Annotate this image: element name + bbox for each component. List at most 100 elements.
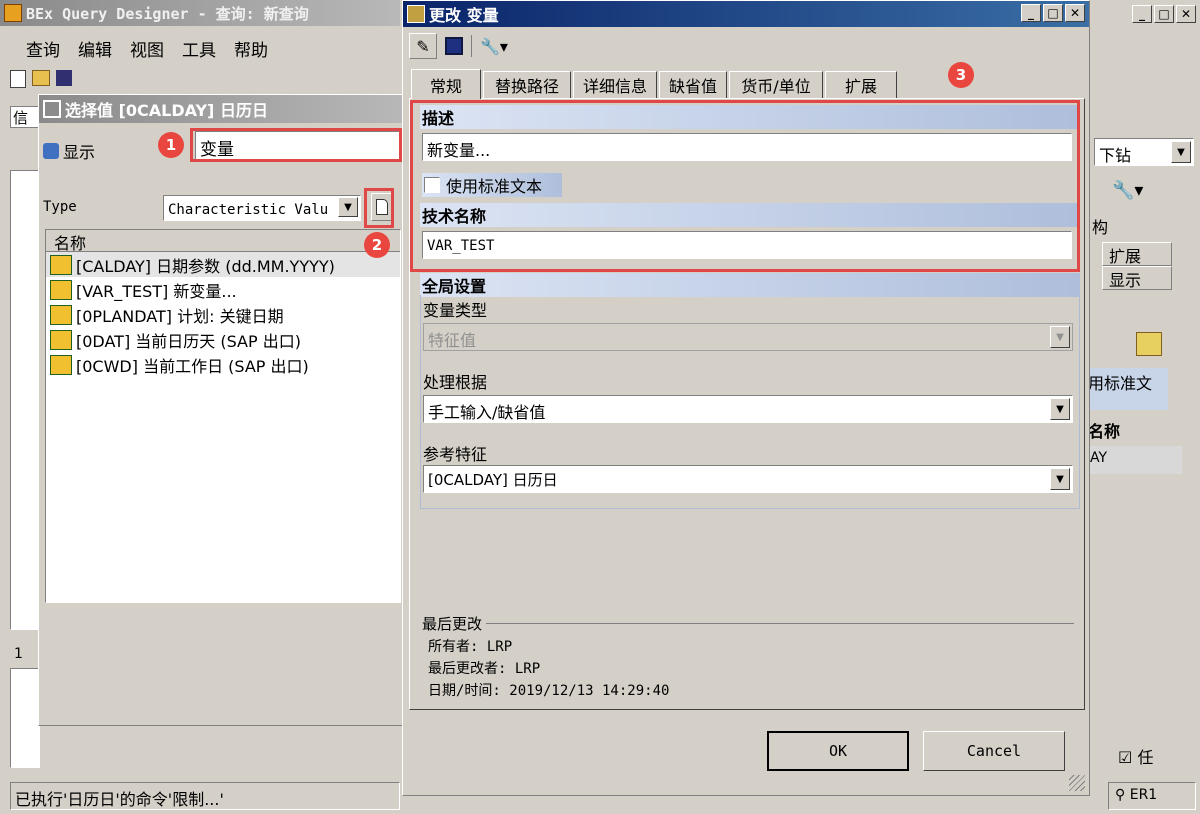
maximize-icon[interactable]: □ [1043,4,1063,22]
minimize-icon[interactable]: _ [1132,5,1152,23]
status-right: ER1 [1129,787,1158,803]
left-tab[interactable]: 信 [10,106,40,128]
menu-help[interactable]: 帮助 [234,36,268,61]
ok-button[interactable]: OK [767,731,909,771]
status-text: 已执行'日历日'的命令'限制...' [15,790,224,809]
annotation-badge: 1 [158,132,184,158]
list-item[interactable]: [0DAT] 当前日历天 (SAP 出口) [46,327,400,352]
right-tab-struct[interactable]: 构 [1092,214,1108,238]
right-window: _ □ ✕ 下钻 ▼ 🔧▾ 构 扩展 显示 用标准文 名称 AY ☑ 任 ⚲ E… [1088,0,1200,814]
right-tab-display[interactable]: 显示 [1102,266,1172,290]
maximize-icon[interactable]: □ [1154,5,1174,23]
tab-extension[interactable]: 扩展 [825,71,897,99]
bottom-panel [10,668,40,768]
last-changed-by-text: 最后更改者: LRP [428,661,541,677]
chevron-down-icon[interactable]: ▼ [1050,398,1070,420]
close-icon[interactable]: ✕ [1176,5,1196,23]
tab-general[interactable]: 常规 [411,69,481,99]
chevron-down-icon[interactable]: ▼ [1171,141,1191,163]
menu-bar: 查询 编辑 视图 工具 帮助 [26,36,286,61]
drilldown-combo[interactable]: 下钻 ▼ [1094,138,1194,166]
cancel-button[interactable]: Cancel [923,731,1065,771]
connection-icon: ⚲ [1115,787,1126,803]
ref-char-label: 参考特征 [423,445,488,464]
status-bar: 已执行'日历日'的命令'限制...' [10,782,400,810]
tab-default-values[interactable]: 缺省值 [659,71,727,99]
menu-edit[interactable]: 编辑 [78,36,112,61]
list-item-label: [VAR_TEST] 新变量... [76,281,237,301]
save-icon[interactable] [56,70,72,86]
processing-label: 处理根据 [423,373,488,392]
save-icon[interactable] [445,37,463,55]
variable-icon [50,329,72,350]
variable-icon [50,354,72,375]
highlight-display-input [190,128,402,162]
menu-query[interactable]: 查询 [26,36,60,61]
list-item[interactable]: [0CWD] 当前工作日 (SAP 出口) [46,352,400,377]
last-changed-divider [486,623,1074,624]
right-partial-tech: 名称 [1088,422,1121,441]
last-changed-group: 最后更改 所有者: LRP 最后更改者: LRP 日期/时间: 2019/12/… [422,613,1074,700]
list-item-label: [0DAT] 当前日历天 (SAP 出口) [76,331,301,351]
dialog-icon [407,5,425,23]
type-combo-value: Characteristic Valu [168,202,329,218]
tab-currency-unit[interactable]: 货币/单位 [729,71,823,99]
list-item-label: [0PLANDAT] 计划: 关键日期 [76,306,284,326]
display-label: 显示 [63,143,96,162]
task-icon: ☑ [1118,748,1133,767]
list-header[interactable]: 名称 [46,230,400,253]
minimize-icon[interactable]: _ [1021,4,1041,22]
right-tab-extend[interactable]: 扩展 [1102,242,1172,266]
chevron-down-icon[interactable]: ▼ [1050,468,1070,490]
resize-grip-icon[interactable] [1069,775,1085,791]
right-bottom-tab[interactable]: ☑ 任 [1118,744,1153,768]
main-title: BEx Query Designer - 查询: 新查询 [26,4,309,23]
cube-icon [43,143,59,159]
open-icon[interactable] [32,70,50,86]
ref-char-combo[interactable]: [0CALDAY] 日历日 ▼ [423,465,1073,493]
change-dialog-title: 更改 变量 [429,6,499,25]
list-item-label: [CALDAY] 日期参数 (dd.MM.YYYY) [76,256,335,276]
highlight-new-button [364,188,394,228]
edit-pencil-icon[interactable]: ✎ [409,33,437,59]
drilldown-value: 下钻 [1099,146,1132,165]
chevron-down-icon: ▼ [1050,326,1070,348]
type-combo[interactable]: Characteristic Valu ▼ [163,195,361,221]
tab-details[interactable]: 详细信息 [573,71,657,99]
main-toolbar [10,70,400,92]
wrench-icon[interactable]: 🔧▾ [480,37,508,56]
wrench-icon[interactable]: 🔧▾ [1112,180,1143,201]
select-dialog-title-bar: 选择值 [0CALDAY] 日历日 [39,95,405,123]
variable-icon [50,279,72,300]
list-item[interactable]: [VAR_TEST] 新变量... [46,277,400,302]
global-settings-header: 全局设置 [420,273,1080,297]
type-label: Type [43,199,77,215]
list-item[interactable]: [CALDAY] 日期参数 (dd.MM.YYYY) [46,252,400,277]
tab-replacement-path[interactable]: 替换路径 [483,71,571,99]
display-label-group: 显示 [43,139,95,163]
var-type-combo: 特征值 ▼ [423,323,1073,351]
chevron-down-icon[interactable]: ▼ [338,197,358,217]
owner-text: 所有者: LRP [428,639,513,655]
select-dialog-title: 选择值 [0CALDAY] 日历日 [65,101,268,120]
datetime-text: 日期/时间: 2019/12/13 14:29:40 [428,683,670,699]
close-icon[interactable]: ✕ [1065,4,1085,22]
menu-tools[interactable]: 工具 [182,36,216,61]
global-settings-panel: 变量类型 特征值 ▼ 处理根据 手工输入/缺省值 ▼ 参考特征 [0CALDAY… [420,295,1080,509]
app-icon [4,4,22,22]
annotation-badge: 2 [364,232,390,258]
list-item[interactable]: [0PLANDAT] 计划: 关键日期 [46,302,400,327]
dialog-toolbar: ✎ 🔧▾ [409,33,508,59]
new-icon[interactable] [10,70,26,88]
processing-combo[interactable]: 手工输入/缺省值 ▼ [423,395,1073,423]
var-type-label: 变量类型 [423,301,488,320]
calendar-icon[interactable] [1136,332,1162,356]
right-partial-val: AY [1088,446,1182,474]
select-values-dialog: 选择值 [0CALDAY] 日历日 显示 变量 Type Characteris… [38,94,406,726]
right-partial-use-std: 用标准文 [1088,368,1168,410]
last-changed-header: 最后更改 [422,615,483,633]
list-item-label: [0CWD] 当前工作日 (SAP 出口) [76,356,309,376]
change-dialog-window-buttons: _ □ ✕ [1021,4,1085,22]
variable-icon [50,254,72,275]
menu-view[interactable]: 视图 [130,36,164,61]
